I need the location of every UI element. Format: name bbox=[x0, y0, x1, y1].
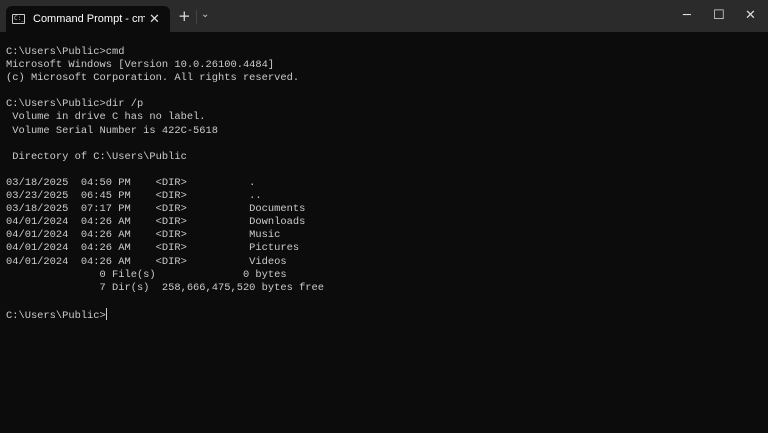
terminal-line: C:\Users\Public>dir /p bbox=[6, 98, 144, 111]
terminal-line: (c) Microsoft Corporation. All rights re… bbox=[6, 72, 300, 85]
terminal-line: ​ bbox=[6, 85, 324, 98]
close-button[interactable]: ✕ bbox=[745, 8, 756, 23]
minimize-button[interactable]: ─ bbox=[683, 8, 691, 23]
terminal-line: ​ bbox=[6, 164, 324, 177]
tab-title: Command Prompt - cmd - cmd bbox=[33, 13, 145, 25]
terminal-line: Directory of C:\Users\Public bbox=[6, 150, 187, 163]
terminal-line: 0 File(s) 0 bytes bbox=[6, 268, 287, 281]
divider bbox=[196, 10, 197, 24]
terminal-line: 03/18/2025 04:50 PM <DIR> . bbox=[6, 176, 256, 189]
text-cursor bbox=[105, 307, 107, 320]
terminal-line: 7 Dir(s) 258,666,475,520 bytes free bbox=[6, 281, 325, 294]
terminal-line: 03/23/2025 06:45 PM <DIR> .. bbox=[6, 190, 262, 203]
prompt-line[interactable]: C:\Users\Public> bbox=[6, 307, 324, 323]
terminal-line: 03/18/2025 07:17 PM <DIR> Documents bbox=[6, 203, 306, 216]
chevron-down-icon[interactable]: ⌄ bbox=[201, 9, 209, 20]
terminal-line: 04/01/2024 04:26 AM <DIR> Music bbox=[6, 229, 281, 242]
terminal-line: Microsoft Windows [Version 10.0.26100.44… bbox=[6, 59, 275, 72]
terminal-line: 04/01/2024 04:26 AM <DIR> Pictures bbox=[6, 242, 300, 255]
terminal-line: Volume in drive C has no label. bbox=[6, 111, 206, 124]
tab-close-icon[interactable]: ✕ bbox=[149, 12, 160, 27]
terminal-line: 04/01/2024 04:26 AM <DIR> Downloads bbox=[6, 216, 306, 229]
new-tab-button[interactable]: + bbox=[178, 7, 191, 25]
terminal-line: ​ bbox=[6, 138, 324, 151]
terminal-icon: C:_ bbox=[12, 14, 25, 24]
tab-command-prompt[interactable]: C:_ Command Prompt - cmd - cmd ✕ bbox=[6, 6, 170, 32]
maximize-button[interactable]: ☐ bbox=[713, 8, 725, 23]
terminal-output[interactable]: C:\Users\Public>cmd Microsoft Windows [Ve… bbox=[6, 46, 324, 323]
terminal-line: Volume Serial Number is 422C-5618 bbox=[6, 124, 219, 137]
terminal-line: ​ bbox=[6, 295, 324, 308]
terminal-line: 04/01/2024 04:26 AM <DIR> Videos bbox=[6, 255, 287, 268]
terminal-line: C:\Users\Public>cmd bbox=[6, 46, 125, 58]
title-bar: C:_ Command Prompt - cmd - cmd ✕ + ⌄ ─ ☐… bbox=[0, 0, 768, 32]
prompt: C:\Users\Public> bbox=[6, 309, 106, 322]
